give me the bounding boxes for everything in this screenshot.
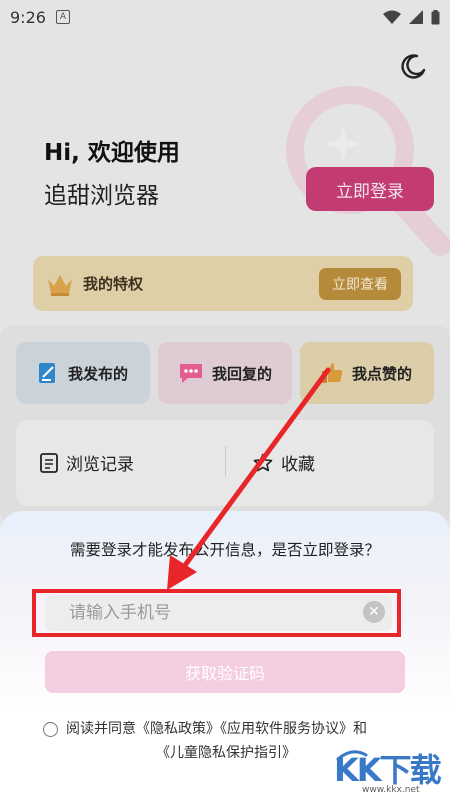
greeting-title: Hi, 欢迎使用: [44, 140, 180, 166]
app-name: 追甜浏览器: [44, 183, 159, 209]
thumbs-up-icon: [322, 363, 343, 383]
crown-icon: [48, 274, 72, 296]
get-verification-code-button[interactable]: 获取验证码: [45, 651, 405, 693]
status-time: 9:26: [10, 7, 46, 27]
phone-input-container: [45, 595, 392, 631]
my-posts-button[interactable]: 我发布的: [16, 342, 150, 404]
login-prompt-message: 需要登录才能发布公开信息，是否立即登录？: [69, 541, 380, 559]
my-likes-button[interactable]: 我点赞的: [300, 342, 434, 404]
status-icons: [383, 9, 440, 25]
browse-history-label: 浏览记录: [66, 455, 134, 475]
favorites-button[interactable]: 收藏: [253, 450, 315, 475]
my-replies-label: 我回复的: [212, 364, 273, 383]
list-doc-icon: [40, 452, 58, 473]
login-button[interactable]: 立即登录: [306, 167, 434, 211]
edit-doc-icon: [39, 363, 55, 383]
my-likes-label: 我点赞的: [352, 364, 413, 383]
wifi-icon: [383, 10, 401, 24]
app-notification-icon: A: [55, 10, 70, 24]
status-bar: 9:26 A: [0, 0, 450, 34]
favorites-label: 收藏: [281, 455, 315, 475]
privilege-title: 我的特权: [83, 275, 144, 293]
watermark-url: www.kkx.net: [362, 785, 420, 795]
agreement-text-line1[interactable]: 阅读并同意《隐私政策》《应用软件服务协议》和: [66, 718, 367, 738]
phone-number-input[interactable]: [45, 595, 392, 631]
history-divider: [225, 446, 226, 476]
clear-input-icon[interactable]: ✕: [363, 601, 385, 623]
dark-mode-moon-icon[interactable]: [398, 52, 428, 82]
battery-icon: [431, 9, 440, 24]
browse-history-button[interactable]: 浏览记录: [40, 450, 134, 475]
my-posts-label: 我发布的: [68, 364, 129, 383]
signal-icon: [409, 10, 423, 24]
chat-bubble-icon: [180, 364, 202, 383]
agreement-text-line2[interactable]: 《儿童隐私保护指引》: [156, 742, 296, 762]
agree-radio[interactable]: [43, 722, 58, 737]
privilege-card[interactable]: 我的特权 立即查看: [33, 256, 413, 311]
star-icon: [253, 453, 273, 471]
view-privilege-button[interactable]: 立即查看: [319, 267, 401, 300]
my-replies-button[interactable]: 我回复的: [158, 342, 292, 404]
